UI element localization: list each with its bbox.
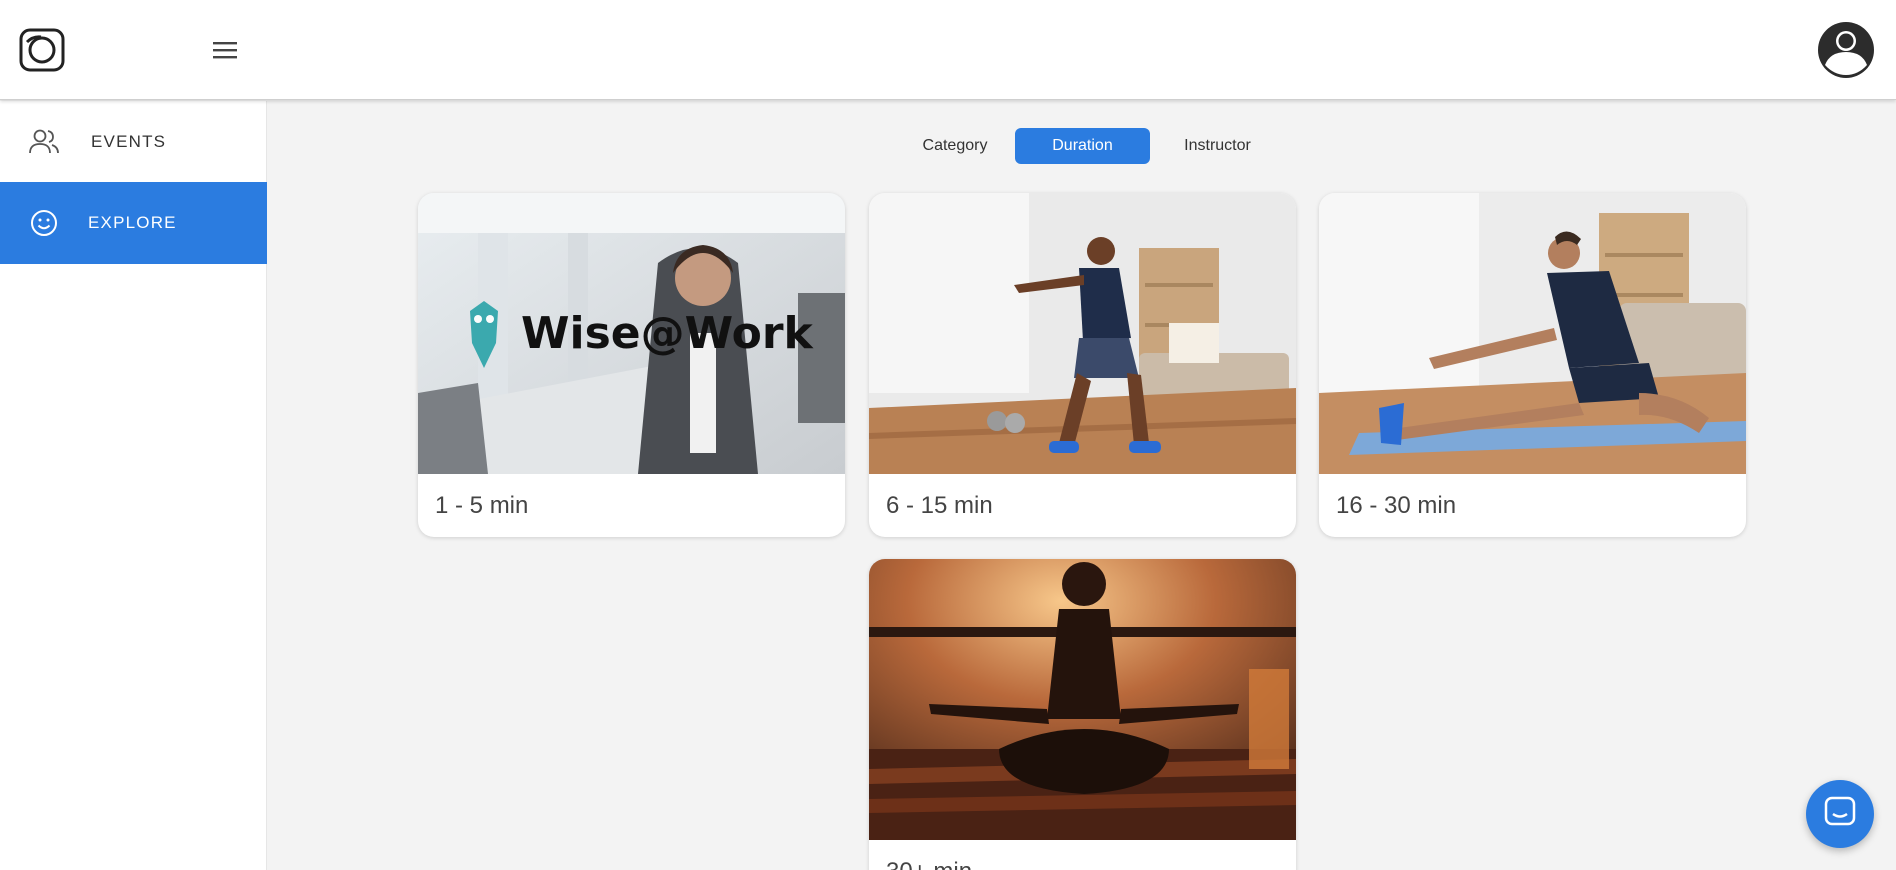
duration-card-6-15-min[interactable]: 6 - 15 min <box>869 193 1296 537</box>
tab-duration[interactable]: Duration <box>1015 128 1150 164</box>
card-caption: 6 - 15 min <box>886 491 993 519</box>
chat-icon <box>1823 795 1857 834</box>
card-logo-text: Wise@Work <box>521 308 815 359</box>
card-image <box>869 193 1296 474</box>
app-logo-icon[interactable] <box>19 28 65 72</box>
sidebar-item-events[interactable]: EVENTS <box>0 101 267 183</box>
sidebar-item-label: EXPLORE <box>88 213 177 232</box>
menu-icon[interactable] <box>211 38 239 62</box>
card-caption: 16 - 30 min <box>1336 491 1457 519</box>
duration-card-30-plus-min[interactable]: 30+ min <box>869 559 1296 870</box>
top-bar <box>0 0 1896 100</box>
card-image <box>1319 193 1746 474</box>
duration-card-1-5-min[interactable]: Wise@Work 1 - 5 min <box>418 193 845 537</box>
smiley-icon <box>28 207 60 239</box>
chat-launcher-button[interactable] <box>1806 780 1874 848</box>
sidebar: EVENTS EXPLORE <box>0 101 267 870</box>
card-caption: 1 - 5 min <box>435 491 529 519</box>
filter-tabs: Category Duration Instructor <box>895 128 1285 164</box>
card-image <box>869 559 1296 840</box>
card-image: Wise@Work <box>418 193 845 474</box>
tab-category[interactable]: Category <box>895 128 1015 164</box>
user-avatar-icon[interactable] <box>1816 21 1876 79</box>
card-caption: 30+ min <box>869 840 1296 870</box>
users-icon <box>28 126 60 158</box>
duration-card-16-30-min[interactable]: 16 - 30 min <box>1319 193 1746 537</box>
sidebar-item-explore[interactable]: EXPLORE <box>0 182 267 264</box>
tab-instructor[interactable]: Instructor <box>1150 128 1285 164</box>
sidebar-item-label: EVENTS <box>91 132 167 151</box>
